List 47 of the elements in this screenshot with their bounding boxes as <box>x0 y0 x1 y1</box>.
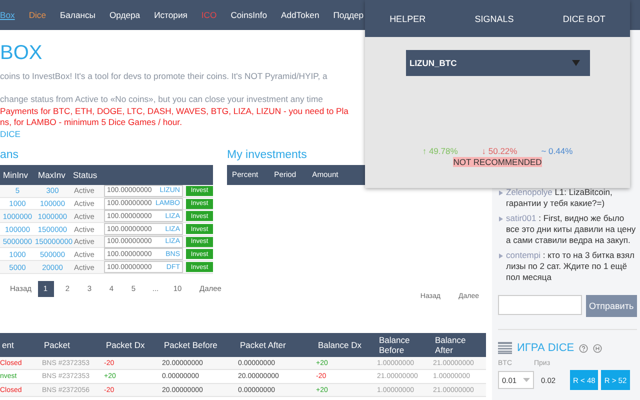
nav-link[interactable]: Балансы <box>60 10 96 20</box>
intro-text: ns, for LAMBO - minimum 5 Dice Games / hour. <box>0 117 183 130</box>
play-icon <box>498 216 504 222</box>
column-header: MinInv <box>2 170 30 180</box>
caret-icon <box>572 60 580 66</box>
caret-icon <box>523 378 530 382</box>
down-stat: ↓ 50.22% <box>482 146 518 156</box>
nav-link[interactable]: CoinsInfo <box>230 10 267 20</box>
nav-link[interactable]: Box <box>0 10 15 20</box>
info-icon[interactable] <box>593 344 602 352</box>
nav-link[interactable]: История <box>154 10 188 20</box>
intro-text: Payments for BTC, ETH, DOGE, LTC, DASH, WAVES, BTG, LIZA, LIZUN - you need to Pla <box>0 106 350 118</box>
intro-text: change status from Active to «No coins», but you can close your investment any time <box>0 94 324 106</box>
pair-select[interactable]: LIZUN_BTC <box>406 50 590 76</box>
column-header: Packet After <box>239 340 287 350</box>
nav-link[interactable]: AddToken <box>281 10 320 20</box>
intro-text: coins to InvestBox! It's a tool for devs to promote their coins. It's NOT Pyramid/HYIP, a <box>0 71 328 83</box>
column-header: ent <box>1 340 15 350</box>
column-header: Packet <box>43 340 71 350</box>
column-header: Balance Dx <box>317 340 362 350</box>
column-header: Packet Dx <box>105 340 146 350</box>
nav-link[interactable]: Поддер <box>333 10 364 20</box>
column-header: Status <box>72 170 98 180</box>
section-title: ИГРА DICE <box>517 342 574 354</box>
section-title: My investments <box>227 148 307 161</box>
nav-link[interactable]: Ордера <box>109 10 140 20</box>
play-icon <box>498 252 504 258</box>
column-header: Balance After <box>434 334 467 355</box>
popup-tab[interactable]: SIGNALS <box>470 10 518 28</box>
help-icon[interactable] <box>579 344 588 352</box>
popup-tab[interactable]: HELPER <box>386 10 430 28</box>
table-icon <box>498 342 512 354</box>
column-header: MaxInv <box>37 170 66 180</box>
up-stat: ↑ 49.78% <box>422 146 458 156</box>
page-title: BOX <box>0 42 42 65</box>
section-title: ans <box>0 148 19 161</box>
nav-link[interactable]: Dice <box>28 10 46 20</box>
chat-message: satir001 : First, видно же было все это дни киты давили на цену а сами ставили ведра на закуп. <box>506 213 637 246</box>
popup-tab[interactable]: DICE BOT <box>558 10 610 28</box>
diff-stat: ~ 0.44% <box>541 146 573 156</box>
column-header: Balance Before <box>378 334 411 355</box>
verdict-label: NOT RECOMMENDED <box>453 157 542 167</box>
column-header: Packet Before <box>163 340 218 350</box>
chat-input[interactable] <box>498 295 582 315</box>
chat-message: Zelenopolye L1: LizaBitcoin, гарантии у тебя какие?=) <box>506 187 614 209</box>
send-button[interactable]: Отправить <box>586 295 637 317</box>
chat-message: contempi : кто то на 3 битка взял лизы по 2 сат. Ждите по 1 ещё пол месяца <box>506 250 636 283</box>
